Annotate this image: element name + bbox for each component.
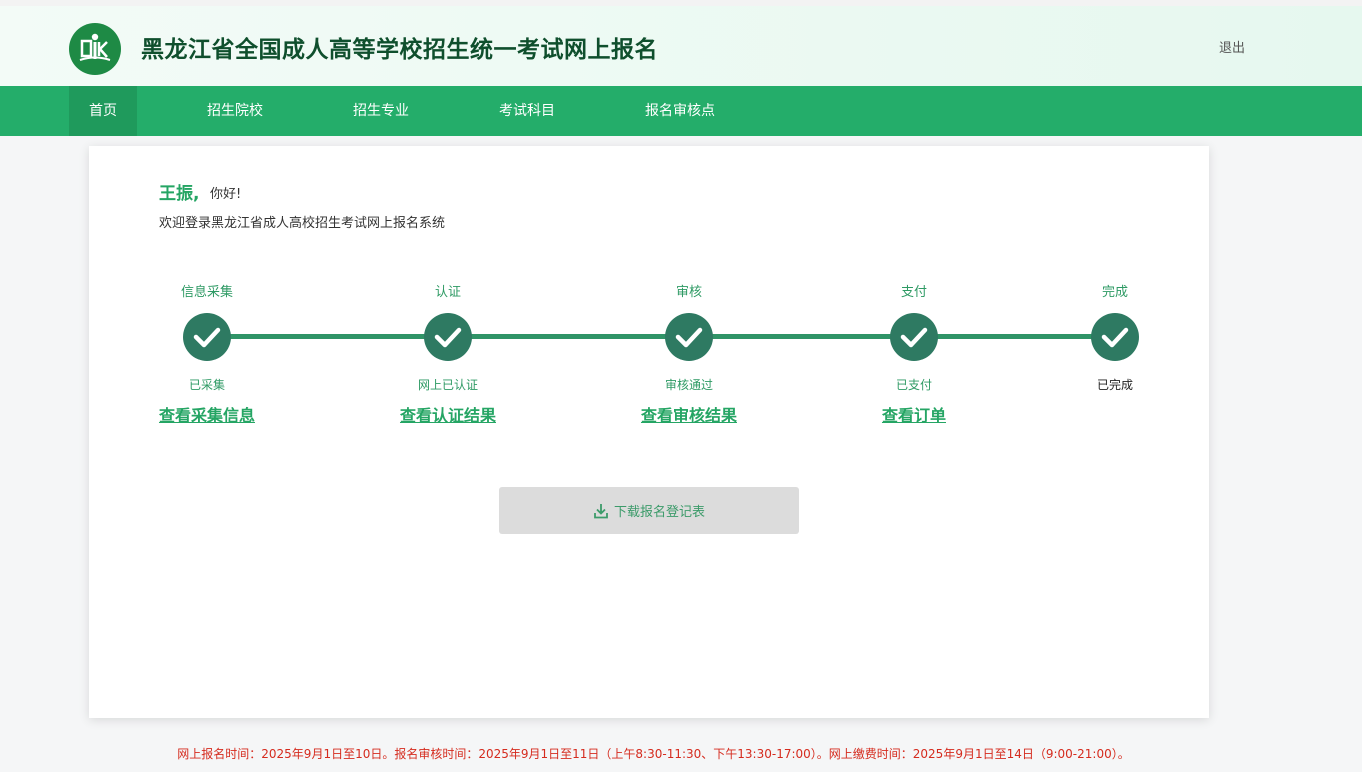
step-circle-review: [665, 313, 713, 361]
download-button-label: 下载报名登记表: [613, 505, 705, 520]
download-registration-button[interactable]: 下载报名登记表: [499, 487, 799, 534]
logout-link[interactable]: 退出: [1219, 37, 1245, 56]
step-status-review: 审核通过: [664, 378, 713, 392]
step-circle-verify: [424, 313, 472, 361]
site-logo: [69, 23, 121, 75]
step-circle-collect: [183, 313, 231, 361]
download-icon: [594, 503, 608, 518]
step-status-verify: 网上已认证: [417, 378, 478, 392]
check-icon: [1101, 327, 1129, 348]
nav-item-home[interactable]: 首页: [69, 86, 137, 136]
step-status-complete: 已完成: [1096, 378, 1133, 392]
step-title-verify: 认证: [434, 285, 461, 300]
nav-item-subjects[interactable]: 考试科目: [487, 86, 567, 136]
nav-item-majors[interactable]: 招生专业: [341, 86, 421, 136]
main-nav: 首页 招生院校 招生专业 考试科目 报名审核点: [0, 86, 1362, 136]
schedule-notice: 网上报名时间：2025年9月1日至10日。报名审核时间：2025年9月1日至11…: [177, 747, 1130, 761]
step-title-review: 审核: [675, 285, 702, 300]
view-verify-result-link[interactable]: 查看认证结果: [378, 402, 518, 426]
progress-track: [207, 334, 1115, 339]
greeting-text: 你好!: [210, 187, 242, 202]
welcome-message: 欢迎登录黑龙江省成人高校招生考试网上报名系统: [159, 216, 446, 231]
view-review-result-link[interactable]: 查看审核结果: [619, 402, 759, 426]
main-panel: [89, 146, 1209, 718]
site-header: 黑龙江省全国成人高等学校招生统一考试网上报名 退出: [0, 6, 1362, 86]
check-icon: [900, 327, 928, 348]
view-order-link[interactable]: 查看订单: [844, 402, 984, 426]
step-title-pay: 支付: [900, 285, 927, 300]
view-collect-info-link[interactable]: 查看采集信息: [137, 402, 277, 426]
check-icon: [675, 327, 703, 348]
step-title-collect: 信息采集: [180, 285, 233, 300]
step-circle-complete: [1091, 313, 1139, 361]
nav-item-review-points[interactable]: 报名审核点: [633, 86, 727, 136]
step-circle-pay: [890, 313, 938, 361]
check-icon: [193, 327, 221, 348]
site-title: 黑龙江省全国成人高等学校招生统一考试网上报名: [141, 37, 658, 63]
nav-item-schools[interactable]: 招生院校: [195, 86, 275, 136]
user-name: 王振,: [159, 184, 200, 204]
step-status-pay: 已支付: [895, 378, 932, 392]
book-reader-logo-icon: [79, 33, 111, 61]
check-icon: [434, 327, 462, 348]
step-status-collect: 已采集: [188, 378, 225, 392]
step-title-complete: 完成: [1101, 285, 1128, 300]
